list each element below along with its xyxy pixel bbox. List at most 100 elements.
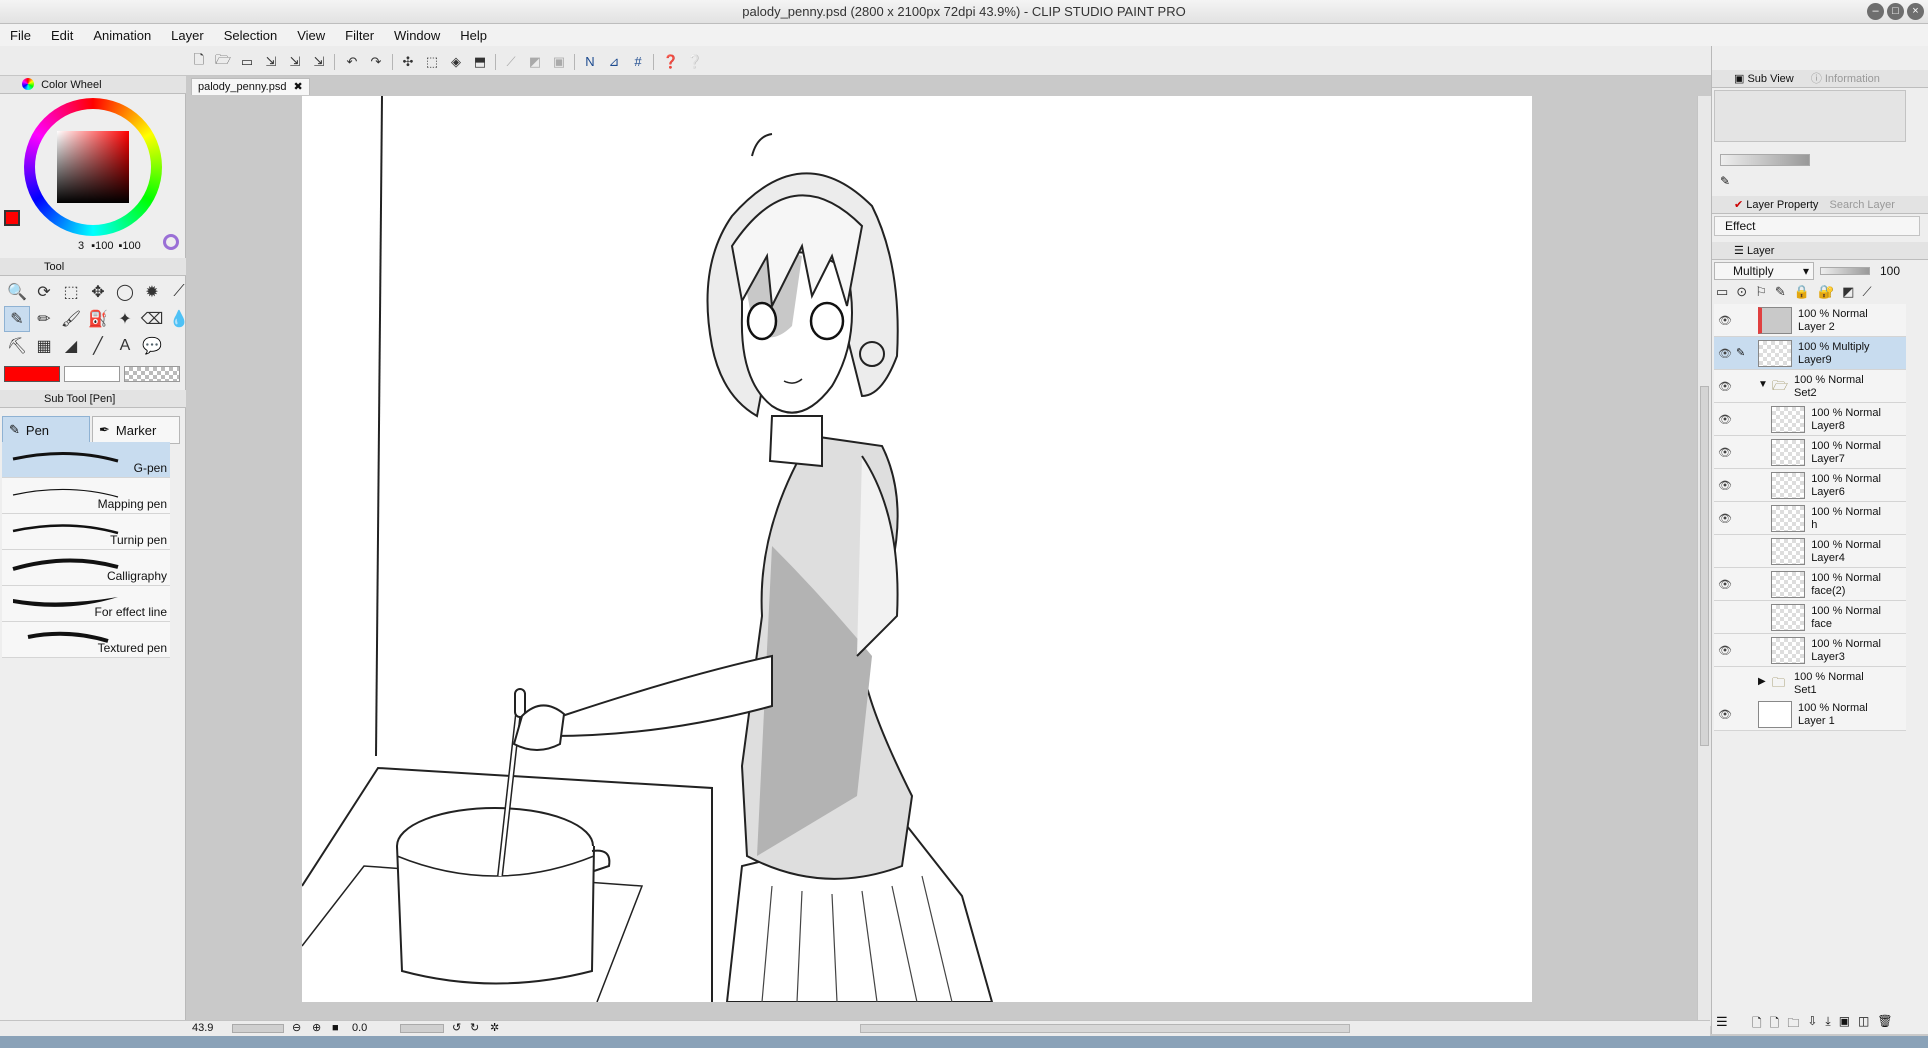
layer-stack-footer-icon[interactable]: ☰ <box>1716 1014 1728 1030</box>
help-icon[interactable]: ❓ <box>662 53 680 70</box>
layer-tab[interactable]: ☰ Layer <box>1712 242 1928 260</box>
visibility-eye-icon[interactable]: 👁 <box>1718 347 1732 360</box>
zoom-readout[interactable]: 43.9 <box>192 1021 213 1036</box>
rotate-right-icon[interactable]: ↻ <box>470 1021 479 1036</box>
export-icon[interactable]: ⇲ <box>262 53 280 70</box>
vertical-scroll-thumb[interactable] <box>1700 386 1709 746</box>
context-help-icon[interactable]: ❔ <box>686 53 704 70</box>
sub-color-bar[interactable] <box>64 366 120 382</box>
tool-tab[interactable]: Tool <box>0 258 186 276</box>
eraser-tool-icon[interactable]: ⌫ <box>139 306 165 332</box>
layer-row[interactable]: 👁 100 % Normal face(2) <box>1714 568 1906 601</box>
visibility-eye-icon[interactable]: 👁 <box>1718 708 1732 721</box>
gradient-tool-icon[interactable]: ▦ <box>31 333 57 359</box>
fill-tool-icon[interactable]: ⛏ <box>4 333 30 359</box>
rotate-left-icon[interactable]: ↺ <box>452 1021 461 1036</box>
layer-row[interactable]: 👁 100 % Normal Layer8 <box>1714 403 1906 436</box>
move-layer-tool-icon[interactable]: ✥ <box>85 279 111 305</box>
export-selection-icon[interactable]: ⇲ <box>310 53 328 70</box>
new-file-icon[interactable]: 🗋 <box>190 52 208 70</box>
subview-zoom-slider[interactable] <box>1720 154 1810 166</box>
visibility-eye-icon[interactable]: 👁 <box>1718 578 1732 591</box>
menu-selection[interactable]: Selection <box>224 28 277 43</box>
mask-icon[interactable]: ◩ <box>1842 284 1854 302</box>
expand-open-icon[interactable]: ▼ <box>1758 379 1768 390</box>
new-raster-layer-icon[interactable]: 🗋 <box>1752 1014 1762 1035</box>
expand-closed-icon[interactable]: ▶ <box>1758 676 1766 687</box>
pen-tool-icon[interactable]: ✎ <box>4 306 30 332</box>
visibility-eye-icon[interactable]: 👁 <box>1718 413 1732 426</box>
layer-row[interactable]: 👁 100 % Normal Layer6 <box>1714 469 1906 502</box>
visibility-eye-icon[interactable]: 👁 <box>1718 644 1732 657</box>
transfer-down-icon[interactable]: ⇩ <box>1807 1014 1817 1035</box>
visibility-eye-icon[interactable]: 👁 <box>1718 314 1732 327</box>
layer-row[interactable]: 👁 100 % Normal Layer 2 <box>1714 304 1906 337</box>
brush-tool-icon[interactable]: 🖌 <box>58 306 84 332</box>
layer-property-tab[interactable]: ✔ Layer Property Search Layer <box>1712 196 1928 214</box>
layer-row[interactable]: 👁 100 % Normal Layer3 <box>1714 634 1906 667</box>
drawing-canvas[interactable] <box>302 96 1532 1002</box>
pencil-tool-icon[interactable]: ✏ <box>31 306 57 332</box>
opacity-slider[interactable] <box>1820 267 1870 275</box>
close-button[interactable]: × <box>1907 3 1924 20</box>
brush-item-g-pen[interactable]: G-pen <box>2 442 170 478</box>
layer-row[interactable]: 👁 ▼ 🗁 100 % Normal Set2 <box>1714 370 1906 403</box>
visibility-eye-icon[interactable]: 👁 <box>1718 512 1732 525</box>
close-tab-icon[interactable]: ✖ <box>294 81 303 93</box>
text-tool-icon[interactable]: A <box>112 333 138 359</box>
menu-help[interactable]: Help <box>460 28 487 43</box>
rotation-slider[interactable] <box>400 1024 444 1033</box>
search-layer-tab[interactable]: Search Layer <box>1830 199 1895 211</box>
zoom-slider[interactable] <box>232 1024 284 1033</box>
brush-item-turnip-pen[interactable]: Turnip pen <box>2 514 170 550</box>
invert-selection-icon[interactable]: ◩ <box>526 53 544 70</box>
clear-outside-icon[interactable]: ⬚ <box>423 53 441 70</box>
zoom-in-icon[interactable]: ⊕ <box>312 1021 321 1036</box>
menu-window[interactable]: Window <box>394 28 440 43</box>
subview-area[interactable] <box>1714 90 1906 142</box>
redo-icon[interactable]: ↷ <box>367 53 385 70</box>
subtool-group-pen[interactable]: ✎ Pen <box>2 416 90 444</box>
fill-icon[interactable]: ◈ <box>447 53 465 70</box>
subview-tab[interactable]: ▣ Sub View ⓘ Information <box>1712 70 1928 88</box>
zoom-out-icon[interactable]: ⊖ <box>292 1021 301 1036</box>
deselect-icon[interactable]: ⟋ <box>502 53 520 70</box>
figure-tool-icon[interactable]: ◢ <box>58 333 84 359</box>
apply-mask-icon[interactable]: ◫ <box>1858 1014 1869 1035</box>
show-selection-icon[interactable]: ▣ <box>550 53 568 70</box>
menu-file[interactable]: File <box>10 28 31 43</box>
vertical-scrollbar[interactable] <box>1697 96 1711 1026</box>
menu-edit[interactable]: Edit <box>51 28 73 43</box>
brush-item-calligraphy[interactable]: Calligraphy <box>2 550 170 586</box>
layer-color-icon[interactable]: ▭ <box>1716 284 1728 302</box>
visibility-eye-icon[interactable]: 👁 <box>1718 479 1732 492</box>
snap-special-ruler-icon[interactable]: ⊿ <box>605 53 623 70</box>
brush-item-textured-pen[interactable]: Textured pen <box>2 622 170 658</box>
layer-row[interactable]: 👁 100 % Normal Layer7 <box>1714 436 1906 469</box>
maximize-button[interactable]: □ <box>1887 3 1904 20</box>
angle-readout[interactable]: 0.0 <box>352 1021 367 1036</box>
balloon-tool-icon[interactable]: 💬 <box>139 333 165 359</box>
layer-row[interactable]: 👁 ✎ 100 % Multiply Layer9 <box>1714 337 1906 370</box>
layer-row[interactable]: 100 % Normal Layer4 <box>1714 535 1906 568</box>
layer-row[interactable]: ▶ 🗀 100 % Normal Set1 <box>1714 667 1906 700</box>
information-tab-label[interactable]: Information <box>1825 73 1880 85</box>
lasso-tool-icon[interactable]: ◯ <box>112 279 138 305</box>
draft-icon[interactable]: ✎ <box>1775 284 1786 302</box>
color-wheel-tab[interactable]: Color Wheel <box>0 76 186 94</box>
saturation-value-square[interactable] <box>57 131 129 203</box>
operation-tool-icon[interactable]: ⬚ <box>58 279 84 305</box>
reference-icon[interactable]: ⚐ <box>1755 284 1767 302</box>
reset-rotation-icon[interactable]: ✲ <box>490 1021 499 1036</box>
visibility-eye-icon[interactable]: 👁 <box>1718 380 1732 393</box>
clip-icon[interactable]: ⊙ <box>1736 284 1747 302</box>
line-tool-icon[interactable]: ╱ <box>85 333 111 359</box>
menu-animation[interactable]: Animation <box>93 28 151 43</box>
lock-icon[interactable]: 🔒 <box>1794 284 1810 302</box>
new-folder-icon[interactable]: 🗀 <box>1787 1014 1799 1035</box>
subtool-tab[interactable]: Sub Tool [Pen] <box>0 390 186 408</box>
brush-item-for-effect-line[interactable]: For effect line <box>2 586 170 622</box>
rotate-tool-icon[interactable]: ⟳ <box>31 279 57 305</box>
decoration-tool-icon[interactable]: ✦ <box>112 306 138 332</box>
color-mode-icon[interactable] <box>163 234 179 250</box>
